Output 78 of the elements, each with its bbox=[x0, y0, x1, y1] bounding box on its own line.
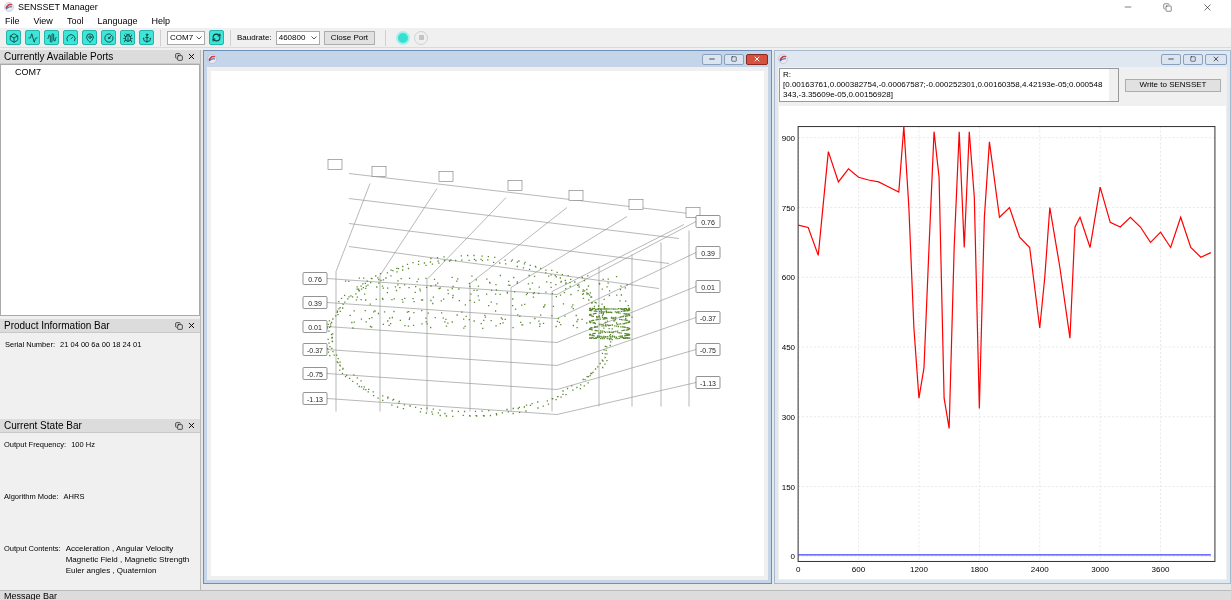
window-title: SENSSET Manager bbox=[18, 2, 98, 12]
float-icon[interactable] bbox=[175, 421, 183, 430]
close-button[interactable] bbox=[746, 53, 768, 65]
baudrate-label: Baudrate: bbox=[237, 31, 272, 44]
restore-button[interactable] bbox=[1183, 53, 1203, 65]
float-icon[interactable] bbox=[175, 52, 183, 61]
write-button[interactable]: Write to SENSSET bbox=[1125, 78, 1221, 92]
restore-icon bbox=[731, 56, 737, 62]
waveform-icon bbox=[46, 32, 57, 43]
gauge-icon bbox=[65, 32, 76, 43]
y-tick-label: 0 bbox=[790, 552, 796, 562]
caret-icon bbox=[196, 35, 202, 40]
scrollbar[interactable] bbox=[1109, 69, 1118, 101]
port-dropdown[interactable]: COM7 bbox=[167, 30, 205, 45]
menu-item[interactable]: File bbox=[5, 16, 20, 26]
refresh-button[interactable] bbox=[209, 30, 224, 45]
toolbar-button[interactable] bbox=[63, 30, 78, 45]
map-pin-icon bbox=[84, 32, 95, 43]
matrix-text: R: bbox=[783, 70, 792, 80]
x-tick-label: 2400 bbox=[1030, 564, 1049, 574]
restore-icon bbox=[1190, 56, 1196, 62]
toolbar-button[interactable] bbox=[44, 30, 59, 45]
y-tick-label: 600 bbox=[781, 273, 796, 283]
minimize-button[interactable] bbox=[702, 53, 722, 65]
panel-title: Product Information Bar bbox=[4, 320, 110, 331]
close-icon[interactable] bbox=[187, 52, 196, 61]
x-tick-label: 600 bbox=[851, 564, 866, 574]
x-tick-label: 0 bbox=[795, 564, 801, 574]
field-value: Magnetic Field , Magnetic Strength bbox=[65, 554, 190, 565]
restore-icon[interactable] bbox=[1163, 2, 1172, 12]
menu-item[interactable]: Help bbox=[151, 16, 170, 26]
panel-title: Current State Bar bbox=[4, 420, 82, 431]
y-tick-label: 900 bbox=[781, 133, 796, 143]
toolbar-button[interactable] bbox=[6, 30, 21, 45]
dial-icon bbox=[103, 32, 114, 43]
toolbar-button[interactable] bbox=[120, 30, 135, 45]
caret-icon bbox=[310, 35, 317, 40]
pulse-icon bbox=[27, 32, 38, 43]
close-icon bbox=[753, 55, 761, 63]
x-tick-label: 3600 bbox=[1151, 564, 1170, 574]
toolbar-button[interactable] bbox=[25, 30, 40, 45]
baudrate-dropdown[interactable]: 460800 bbox=[275, 30, 320, 45]
y-tick-label: 750 bbox=[781, 203, 796, 213]
close-icon bbox=[1212, 55, 1220, 63]
app-logo-icon bbox=[4, 2, 14, 12]
x-tick-label: 1200 bbox=[910, 564, 928, 574]
field-value: Euler angles , Quaternion bbox=[65, 565, 158, 576]
panel-title: Currently Available Ports bbox=[4, 51, 114, 62]
close-icon[interactable] bbox=[187, 321, 196, 330]
minimize-icon bbox=[1167, 55, 1175, 63]
field-value: Acceleration , Angular Velocity bbox=[65, 543, 175, 554]
toolbar-button[interactable] bbox=[101, 30, 116, 45]
toolbar-button[interactable] bbox=[139, 30, 154, 45]
y-tick-label: 450 bbox=[781, 343, 796, 353]
minimize-icon bbox=[708, 55, 716, 63]
y-tick-label: 300 bbox=[781, 412, 796, 422]
close-button[interactable] bbox=[1205, 53, 1227, 65]
float-icon[interactable] bbox=[175, 321, 183, 330]
toolbar-button[interactable] bbox=[82, 30, 97, 45]
menu-item[interactable]: Language bbox=[97, 16, 138, 26]
menu-item[interactable]: Tool bbox=[66, 16, 84, 26]
bug-icon bbox=[122, 32, 133, 43]
app-logo-icon bbox=[207, 54, 217, 64]
refresh-icon bbox=[212, 33, 221, 42]
y-tick-label: 150 bbox=[781, 482, 796, 492]
anchor-icon bbox=[141, 32, 152, 43]
menu-item[interactable]: View bbox=[33, 16, 53, 26]
port-item[interactable]: COM7 bbox=[15, 66, 185, 80]
box-icon bbox=[8, 32, 19, 43]
stop-icon bbox=[418, 35, 424, 40]
matrix-text: [0.00163761,0.000382754,-0.00067587;-0.000252301,0.00160358,4.42193e-05;0.000548343,-3.35609e-05,0.00156928] bbox=[783, 80, 1104, 100]
panel-title: Message Bar bbox=[4, 591, 58, 600]
close-icon[interactable] bbox=[187, 421, 196, 430]
minimize-button[interactable] bbox=[1161, 53, 1181, 65]
x-tick-label: 1800 bbox=[970, 564, 989, 574]
app-logo-icon bbox=[778, 54, 788, 64]
x-tick-label: 3000 bbox=[1091, 564, 1110, 574]
close-port-button[interactable]: Close Port bbox=[323, 30, 376, 45]
